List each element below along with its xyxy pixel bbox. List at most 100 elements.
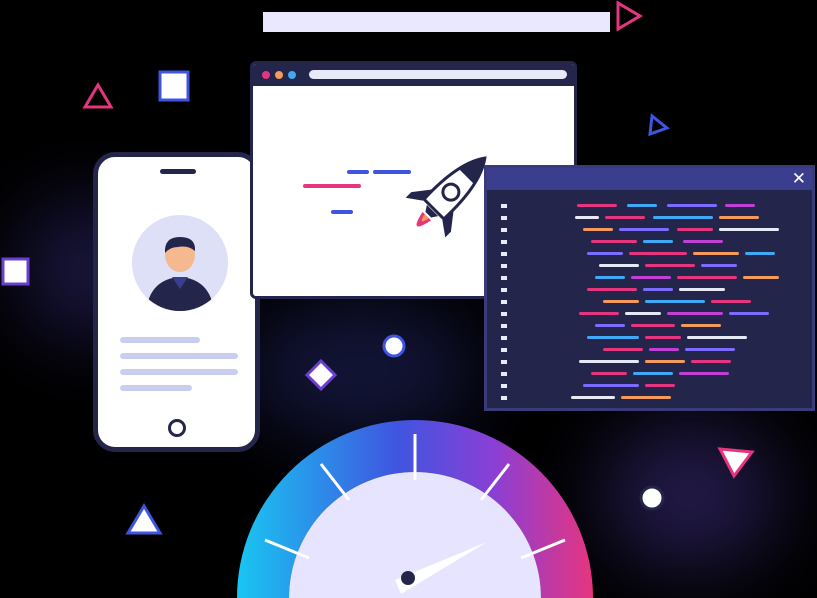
address-bar (309, 70, 567, 79)
triangle-icon (125, 503, 163, 535)
gutter-mark (501, 336, 507, 340)
gutter-mark (501, 228, 507, 232)
code-line-segment (627, 204, 657, 207)
code-line-segment (743, 276, 779, 279)
code-line-segment (685, 348, 735, 351)
window-dot-blue (288, 71, 296, 79)
illustration-canvas: ✕ (0, 0, 817, 598)
code-line-segment (677, 228, 713, 231)
gutter-mark (501, 264, 507, 268)
gutter-mark (501, 324, 507, 328)
code-line-segment (595, 324, 625, 327)
content-line (120, 369, 238, 375)
triangle-icon (82, 82, 114, 109)
content-line (120, 337, 200, 343)
code-line-segment (667, 204, 717, 207)
gutter-mark (501, 204, 507, 208)
code-line-segment (719, 228, 779, 231)
gutter-mark (501, 276, 507, 280)
code-line-segment (595, 276, 625, 279)
code-line-segment (587, 252, 623, 255)
code-line-segment (643, 288, 673, 291)
code-line-segment (667, 312, 723, 315)
code-line-segment (677, 276, 737, 279)
code-line-segment (583, 228, 613, 231)
code-line-segment (691, 360, 731, 363)
code-line-segment (575, 216, 599, 219)
triangle-icon (648, 113, 671, 137)
code-line-segment (603, 348, 643, 351)
code-line-segment (645, 384, 675, 387)
circle-icon (639, 485, 665, 511)
code-line-segment (579, 360, 639, 363)
code-line-segment (621, 396, 671, 399)
code-line-segment (729, 312, 769, 315)
browser-titlebar (253, 64, 574, 86)
user-avatar-icon (132, 215, 228, 311)
gutter-mark (501, 300, 507, 304)
code-line-segment (583, 384, 639, 387)
code-line-segment (679, 372, 729, 375)
code-line-segment (619, 228, 669, 231)
code-line-segment (645, 300, 705, 303)
code-line-segment (653, 216, 713, 219)
decorative-bar (263, 12, 610, 32)
code-line-segment (633, 372, 673, 375)
code-line-segment (587, 288, 637, 291)
gutter-mark (501, 348, 507, 352)
code-line-segment (645, 336, 681, 339)
triangle-icon (616, 0, 643, 32)
code-line-segment (591, 372, 627, 375)
code-line-segment (745, 252, 775, 255)
code-line-segment (645, 360, 685, 363)
code-line-segment (591, 240, 637, 243)
speedometer-icon (237, 420, 593, 598)
code-line-segment (605, 216, 645, 219)
gutter-mark (501, 240, 507, 244)
code-line-segment (603, 300, 639, 303)
code-line-segment (725, 204, 755, 207)
code-line-segment (599, 264, 639, 267)
code-line-segment (629, 252, 687, 255)
circle-icon (382, 334, 406, 358)
square-icon (158, 70, 190, 102)
gutter-mark (501, 360, 507, 364)
code-line-segment (587, 336, 639, 339)
code-line-segment (577, 204, 617, 207)
gutter-mark (501, 384, 507, 388)
code-line-segment (649, 348, 679, 351)
code-editor-window: ✕ (484, 165, 815, 411)
code-line-segment (687, 336, 747, 339)
close-icon[interactable]: ✕ (792, 169, 806, 189)
code-line-segment (645, 264, 695, 267)
background-glow (600, 420, 780, 570)
code-line-segment (719, 216, 759, 219)
code-line-segment (631, 276, 671, 279)
gutter-mark (501, 216, 507, 220)
content-line (120, 385, 192, 391)
diamond-icon (304, 358, 338, 392)
code-line-segment (679, 288, 725, 291)
gutter-mark (501, 396, 507, 400)
code-line-segment (683, 240, 723, 243)
code-line-segment (643, 240, 673, 243)
window-dot-orange (275, 71, 283, 79)
code-line-segment (579, 312, 619, 315)
code-line-segment (631, 324, 675, 327)
rocket-icon (303, 156, 487, 238)
code-line-segment (693, 252, 739, 255)
code-line-segment (701, 264, 737, 267)
phone-speaker (160, 169, 196, 174)
code-line-segment (625, 312, 661, 315)
gutter-mark (501, 372, 507, 376)
code-line-segment (681, 324, 721, 327)
home-button (168, 419, 186, 437)
gutter-mark (501, 288, 507, 292)
background-glow (240, 300, 480, 440)
gutter-mark (501, 312, 507, 316)
code-line-segment (571, 396, 615, 399)
code-editor-titlebar: ✕ (487, 168, 812, 190)
smartphone (93, 152, 260, 452)
window-dot-red (262, 71, 270, 79)
triangle-icon (717, 447, 755, 479)
